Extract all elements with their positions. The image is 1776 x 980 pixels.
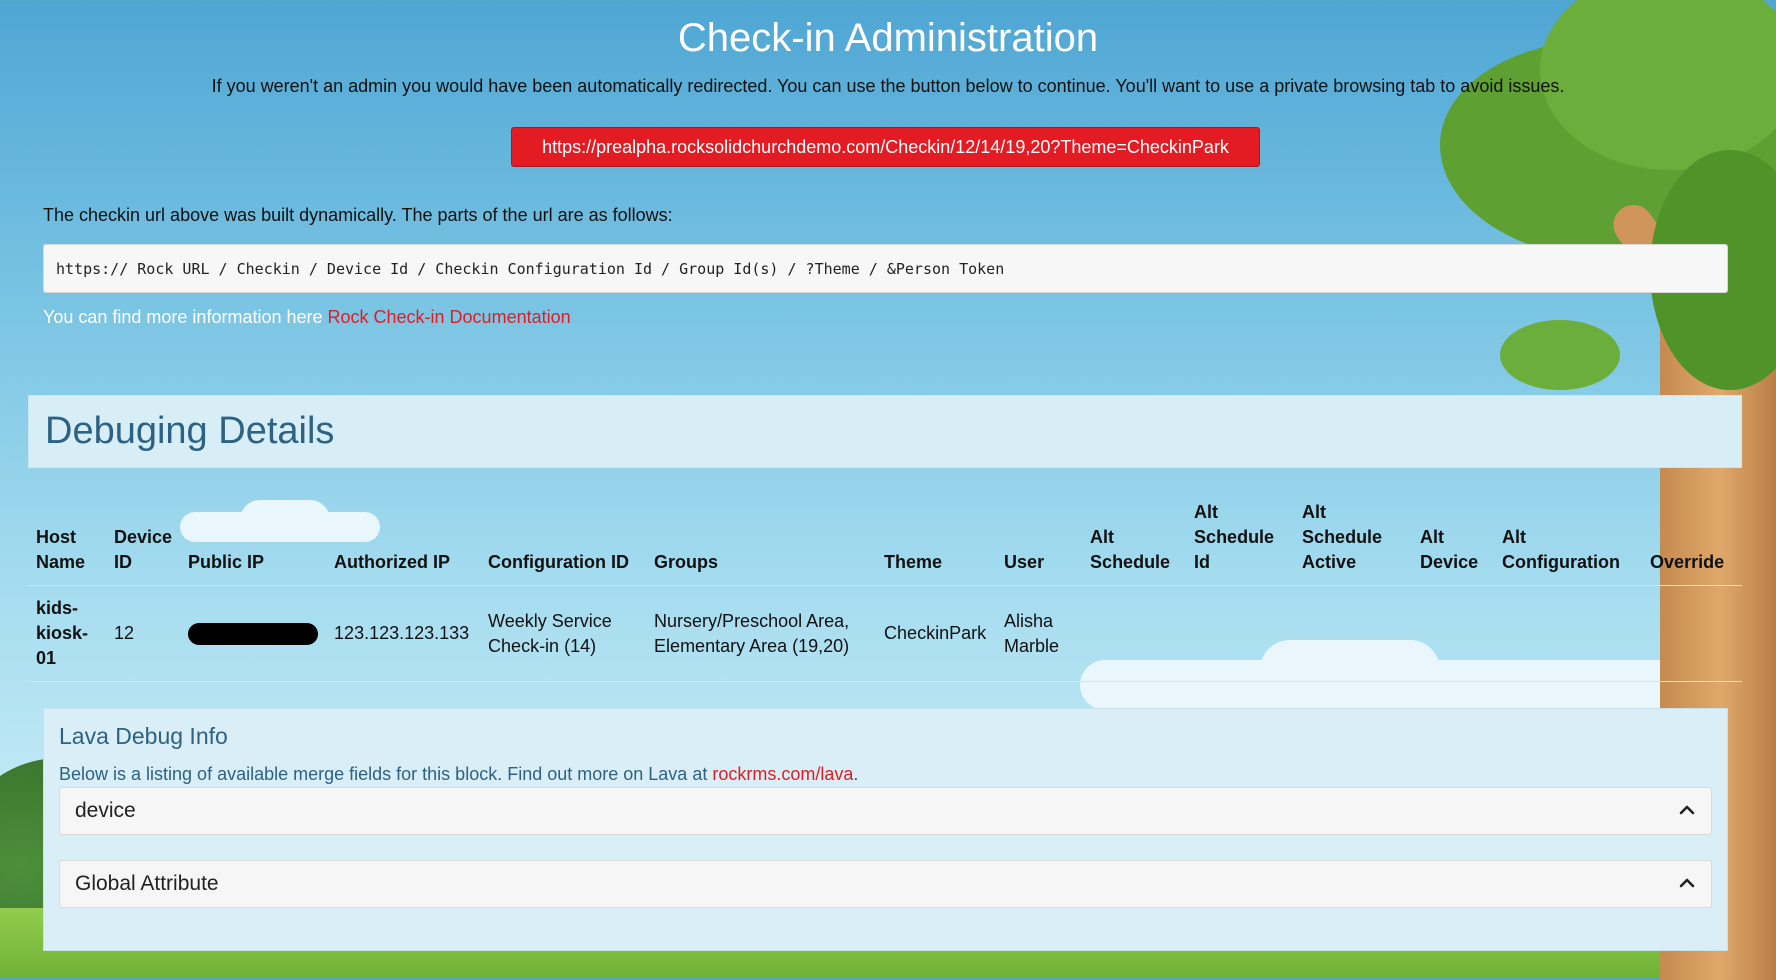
cell-alt-schedule-active (1294, 585, 1413, 682)
debug-title: Debuging Details (45, 410, 335, 452)
accordion-global-label: Global Attribute (75, 872, 219, 895)
cell-configuration-id: Weekly Service Check-in (14) (480, 585, 647, 682)
cell-alt-device (1412, 585, 1495, 682)
col-configuration-id: Configuration ID (480, 500, 647, 586)
cell-theme: CheckinPark (876, 585, 997, 682)
accordion-global-attribute[interactable]: Global Attribute (59, 860, 1712, 908)
page-title: Check-in Administration (677, 16, 1099, 60)
redacted-ip (188, 623, 319, 646)
admin-notice: If you weren't an admin you would have b… (211, 76, 1565, 96)
col-groups: Groups (646, 500, 877, 586)
chevron-up-icon[interactable] (1677, 873, 1697, 893)
cell-public-ip (180, 585, 327, 682)
table-header-row: Host Name Device ID Public IP Authorized… (28, 500, 1742, 586)
lava-link[interactable]: rockrms.com/lava (712, 764, 853, 784)
debug-header: Debuging Details (28, 395, 1742, 468)
checkin-url-button[interactable]: https://prealpha.rocksolidchurchdemo.com… (511, 127, 1260, 167)
col-theme: Theme (876, 500, 997, 586)
cell-alt-schedule-id (1186, 585, 1295, 682)
col-alt-schedule-active: Alt Schedule Active (1294, 500, 1413, 586)
col-host-name: Host Name (28, 500, 106, 586)
lava-description: Below is a listing of available merge fi… (59, 764, 858, 785)
cell-alt-schedule (1082, 585, 1187, 682)
accordion-device[interactable]: device (59, 787, 1712, 835)
col-device-id: Device ID (106, 500, 181, 586)
col-alt-schedule: Alt Schedule (1082, 500, 1187, 586)
cell-alt-configuration (1494, 585, 1643, 682)
table-row: kids-kiosk-01 12 123.123.123.133 Weekly … (28, 585, 1742, 682)
cell-host-name: kids-kiosk-01 (28, 585, 106, 682)
more-info-prefix: You can find more information here (43, 307, 328, 327)
col-authorized-ip: Authorized IP (326, 500, 481, 586)
col-alt-configuration: Alt Configuration (1494, 500, 1643, 586)
documentation-link[interactable]: Rock Check-in Documentation (328, 307, 571, 327)
col-alt-schedule-id: Alt Schedule Id (1186, 500, 1295, 586)
accordion-device-label: device (75, 799, 136, 822)
col-alt-device: Alt Device (1412, 500, 1495, 586)
col-user: User (996, 500, 1083, 586)
lava-title: Lava Debug Info (59, 723, 228, 749)
cell-override (1642, 585, 1742, 682)
more-info-text: You can find more information here Rock … (43, 307, 571, 328)
lava-debug-panel: Lava Debug Info Below is a listing of av… (43, 708, 1728, 951)
cell-groups: Nursery/Preschool Area, Elementary Area … (646, 585, 877, 682)
cell-device-id: 12 (106, 585, 181, 682)
lava-desc-suffix: . (853, 764, 859, 784)
col-public-ip: Public IP (180, 500, 327, 586)
cell-authorized-ip: 123.123.123.133 (326, 585, 481, 682)
col-override: Override (1642, 500, 1742, 586)
url-explanation: The checkin url above was built dynamica… (43, 205, 673, 225)
chevron-up-icon[interactable] (1677, 800, 1697, 820)
cell-user: Alisha Marble (996, 585, 1083, 682)
debug-table: Host Name Device ID Public IP Authorized… (28, 500, 1742, 682)
lava-desc-prefix: Below is a listing of available merge fi… (59, 764, 713, 784)
url-parts-code: https:// Rock URL / Checkin / Device Id … (43, 244, 1728, 293)
